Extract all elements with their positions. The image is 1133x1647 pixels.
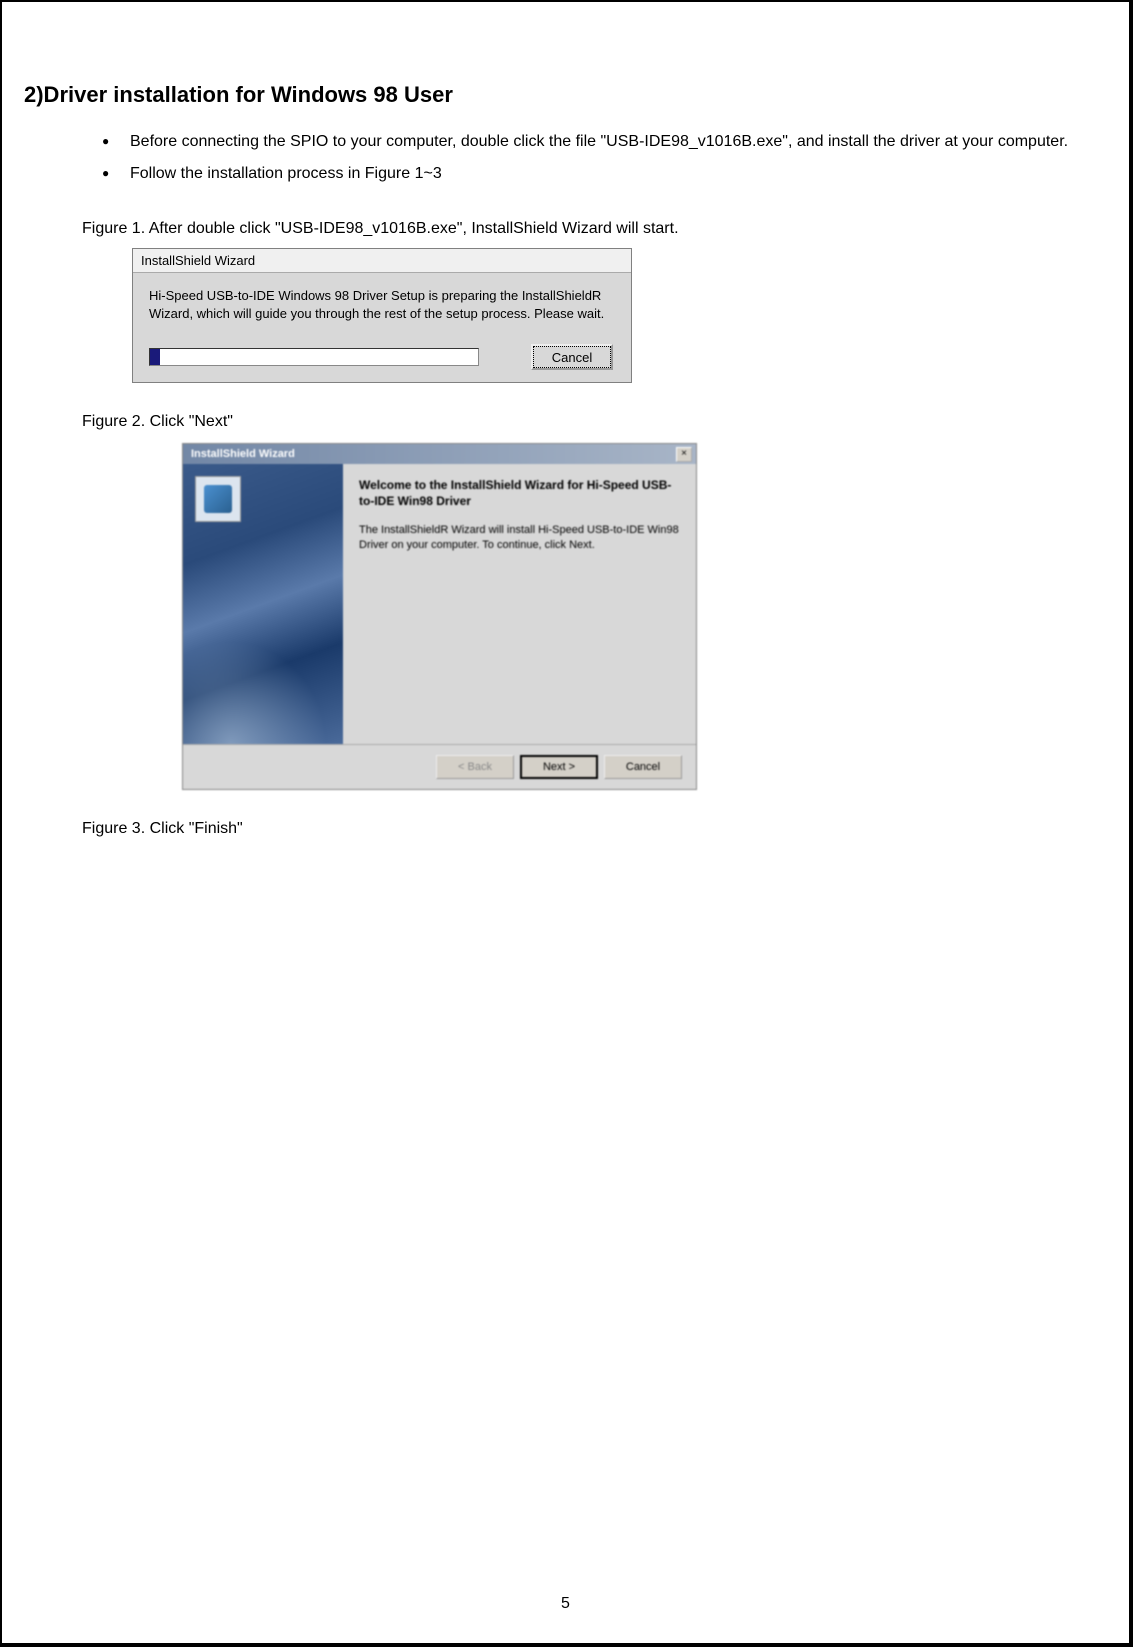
cancel-button[interactable]: Cancel (531, 344, 613, 370)
bullet-item-2: Follow the installation process in Figur… (102, 158, 1109, 190)
dialog1-progress-row: Cancel (149, 344, 613, 370)
dialog2-button-row: < Back Next > Cancel (183, 744, 696, 789)
install-icon (195, 476, 241, 522)
cancel-button[interactable]: Cancel (604, 755, 682, 779)
page-container: 2)Driver installation for Windows 98 Use… (0, 0, 1133, 1647)
figure2-caption: Figure 2. Click "Next" (22, 413, 1109, 431)
dialog2-content: Welcome to the InstallShield Wizard for … (183, 464, 696, 744)
dialog1-body: Hi-Speed USB-to-IDE Windows 98 Driver Se… (133, 273, 631, 382)
figure1-caption: Figure 1. After double click "USB-IDE98_… (22, 220, 1109, 238)
dialog2-sidebar (183, 464, 343, 744)
back-button: < Back (436, 755, 514, 779)
progress-fill (150, 349, 160, 365)
dialog1-title: InstallShield Wizard (133, 249, 631, 273)
bullet-list: Before connecting the SPIO to your compu… (22, 126, 1109, 190)
install-welcome-dialog: InstallShield Wizard × Welcome to the In… (182, 443, 697, 790)
dialog2-titlebar: InstallShield Wizard × (183, 444, 696, 464)
page-number: 5 (561, 1595, 570, 1613)
next-button[interactable]: Next > (520, 755, 598, 779)
bullet-item-1: Before connecting the SPIO to your compu… (102, 126, 1109, 158)
close-icon[interactable]: × (676, 447, 692, 462)
install-icon-inner (204, 485, 232, 513)
section-title: 2)Driver installation for Windows 98 Use… (22, 82, 1109, 108)
dialog2-subtext: The InstallShieldR Wizard will install H… (359, 523, 680, 552)
sidebar-wave-graphic (183, 624, 343, 744)
dialog1-text: Hi-Speed USB-to-IDE Windows 98 Driver Se… (149, 287, 613, 322)
figure1-container: InstallShield Wizard Hi-Speed USB-to-IDE… (22, 248, 1109, 383)
figure3-caption: Figure 3. Click "Finish" (22, 820, 1109, 838)
figure2-container: InstallShield Wizard × Welcome to the In… (22, 443, 1109, 790)
install-prep-dialog: InstallShield Wizard Hi-Speed USB-to-IDE… (132, 248, 632, 383)
dialog2-main: Welcome to the InstallShield Wizard for … (343, 464, 696, 744)
dialog2-title: InstallShield Wizard (187, 448, 295, 460)
progress-bar (149, 348, 479, 366)
dialog2-heading: Welcome to the InstallShield Wizard for … (359, 478, 680, 509)
